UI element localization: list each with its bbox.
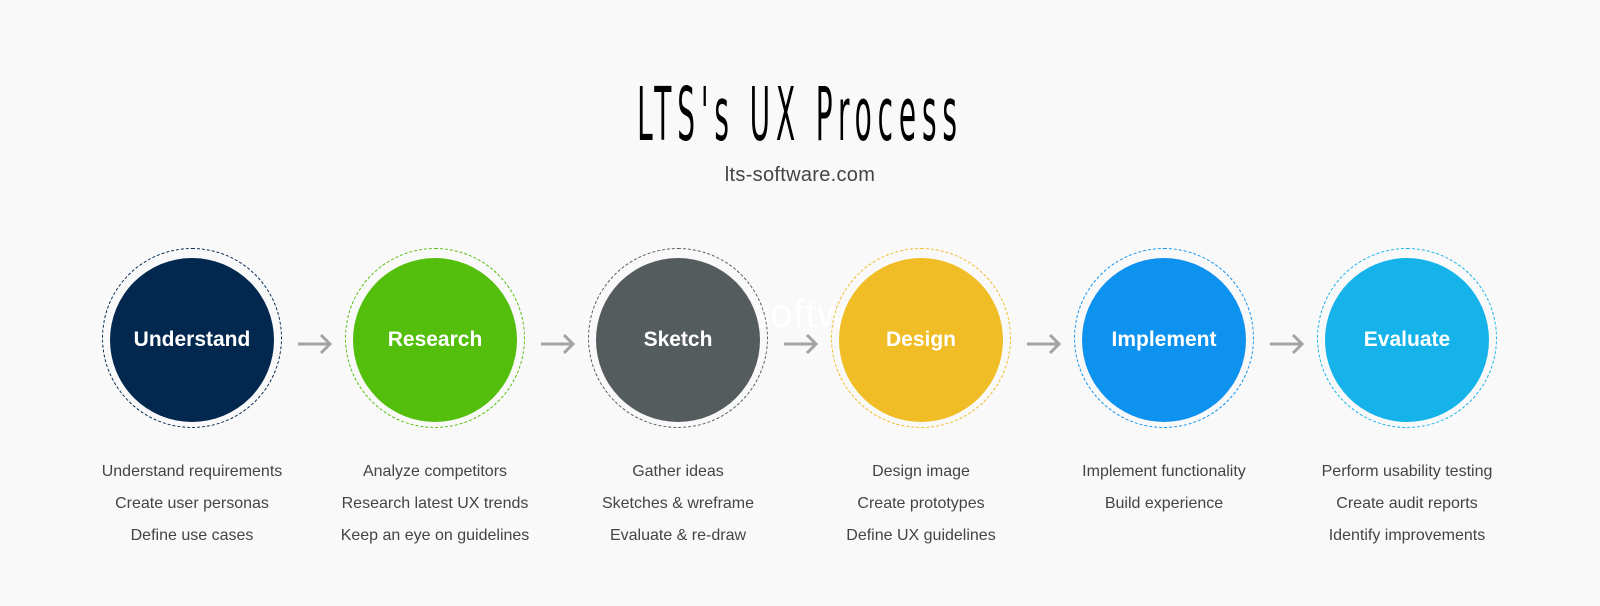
- step-label: Understand: [133, 328, 251, 351]
- step-design: Design: [829, 248, 1013, 432]
- step-label: Research: [387, 328, 483, 351]
- step-understand: Understand: [100, 248, 284, 432]
- step-activities: Perform usability testing Create audit re…: [1287, 456, 1527, 552]
- step-label: Design: [885, 328, 956, 351]
- step-activities: Gather ideas Sketches & wreframe Evaluate …: [558, 456, 798, 552]
- activity-item: Identify improvements: [1328, 527, 1486, 544]
- step-activities: Design image Create prototypes Define UX g…: [801, 456, 1041, 552]
- arrow-right-icon: [541, 333, 576, 355]
- activity-item: Gather ideas: [632, 463, 724, 480]
- activity-item: Research latest UX trends: [341, 495, 529, 512]
- step-label: Implement: [1111, 328, 1217, 351]
- step-circle: Research: [353, 258, 517, 422]
- step-sketch: Sketch: [586, 248, 770, 432]
- activity-item: Implement functionality: [1082, 463, 1246, 480]
- activity-item: Keep an eye on guidelines: [340, 527, 530, 544]
- step-circle: Sketch: [596, 258, 760, 422]
- website-subtitle: lts-software.com: [724, 164, 876, 186]
- arrow-right-icon: [1270, 333, 1305, 355]
- step-research: Research: [343, 248, 527, 432]
- step-circle: Design: [839, 258, 1003, 422]
- step-label: Sketch: [643, 328, 713, 351]
- step-activities: Understand requirements Create user perso…: [72, 456, 312, 552]
- step-label: Evaluate: [1363, 328, 1451, 351]
- activity-item: Define use cases: [130, 527, 254, 544]
- activity-item: Perform usability testing: [1321, 463, 1493, 480]
- arrow-right-icon: [298, 333, 333, 355]
- activity-item: Sketches & wreframe: [601, 495, 755, 512]
- activity-item: Define UX guidelines: [846, 527, 996, 544]
- activity-item: Create user personas: [115, 495, 269, 512]
- step-evaluate: Evaluate: [1315, 248, 1499, 432]
- step-activities: Analyze competitors Research latest UX tr…: [315, 456, 555, 552]
- step-circle: Understand: [110, 258, 274, 422]
- arrow-right-icon: [784, 333, 819, 355]
- step-implement: Implement: [1072, 248, 1256, 432]
- activity-item: Create audit reports: [1336, 495, 1478, 512]
- page-title: LTS's UX Process: [637, 72, 963, 158]
- step-circle: Evaluate: [1325, 258, 1489, 422]
- activity-item: Analyze competitors: [362, 463, 508, 480]
- step-circle: Implement: [1082, 258, 1246, 422]
- arrow-right-icon: [1027, 333, 1062, 355]
- activity-item: Design image: [872, 463, 970, 480]
- activity-item: Create prototypes: [857, 495, 985, 512]
- activity-item: Evaluate & re-draw: [609, 527, 747, 544]
- activity-item: Build experience: [1104, 495, 1224, 512]
- step-activities: Implement functionality Build experience: [1044, 456, 1284, 520]
- activity-item: Understand requirements: [101, 463, 283, 480]
